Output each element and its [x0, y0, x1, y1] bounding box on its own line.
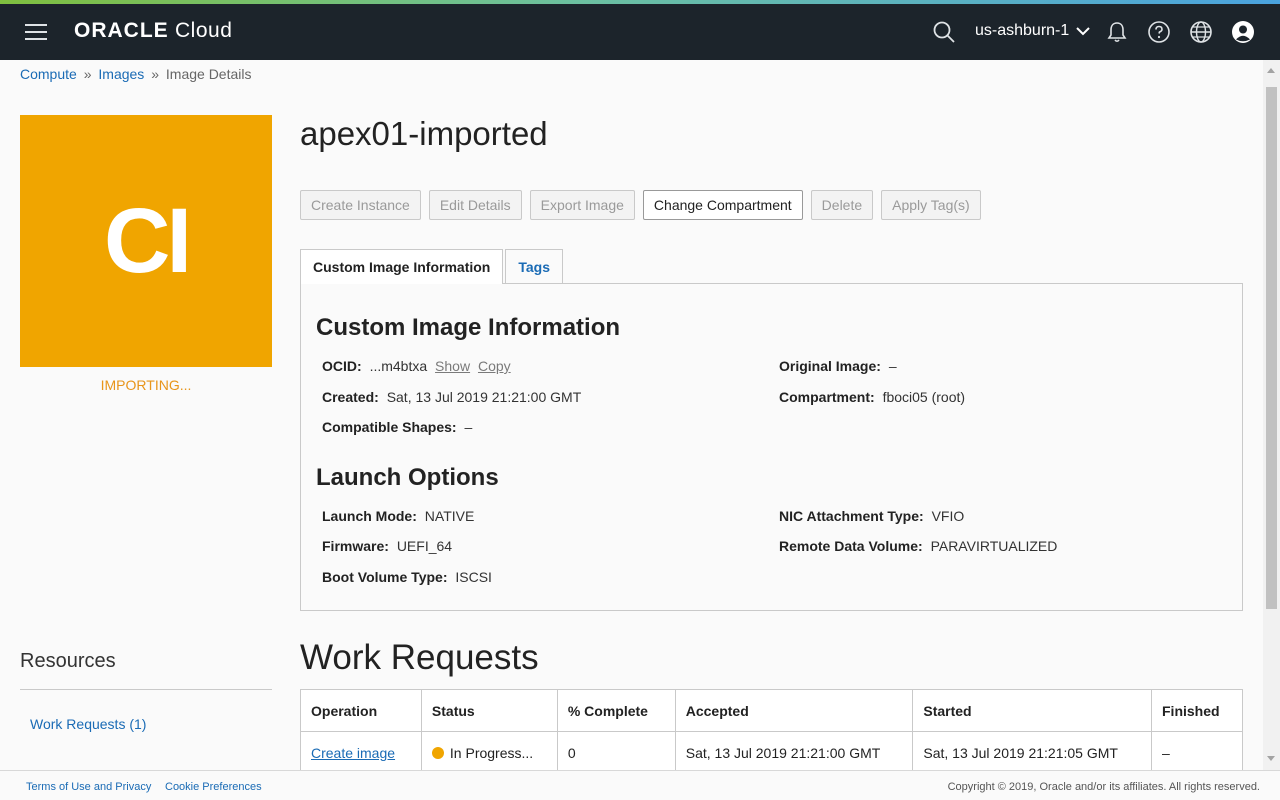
- in-progress-status-icon: [431, 746, 444, 759]
- column-header[interactable]: Started: [912, 689, 1152, 732]
- bell-icon[interactable]: [1105, 20, 1129, 44]
- export-image-button[interactable]: Export Image: [529, 190, 635, 220]
- chevron-down-icon: [1076, 27, 1090, 36]
- cookie-preferences-link[interactable]: Cookie Preferences: [165, 781, 262, 793]
- tab-tags[interactable]: Tags: [505, 249, 563, 283]
- column-header[interactable]: Operation: [300, 689, 422, 732]
- scrollbar-thumb[interactable]: [1266, 87, 1277, 609]
- custom-image-info-panel: Custom Image Information OCID: ...m4btxa…: [300, 283, 1243, 611]
- boot-volume-type-field: Boot Volume Type: ISCSI: [322, 569, 492, 585]
- sidebar-item-work-requests[interactable]: Work Requests (1): [30, 716, 146, 732]
- breadcrumb-current: Image Details: [165, 66, 252, 82]
- detail-tabs: Custom Image Information Tags: [300, 249, 565, 284]
- section-heading-info: Custom Image Information: [316, 314, 621, 341]
- change-compartment-button[interactable]: Change Compartment: [642, 190, 803, 220]
- breadcrumb-compute[interactable]: Compute: [20, 66, 77, 82]
- region-selector[interactable]: us-ashburn-1: [975, 22, 1090, 40]
- edit-details-button[interactable]: Edit Details: [428, 190, 522, 220]
- vertical-scrollbar[interactable]: [1263, 60, 1280, 770]
- copyright-text: Copyright © 2019, Oracle and/or its affi…: [947, 781, 1260, 793]
- work-requests-heading: Work Requests: [300, 638, 539, 677]
- created-field: Created: Sat, 13 Jul 2019 21:21:00 GMT: [322, 389, 582, 405]
- ocid-field: OCID: ...m4btxa Show Copy: [322, 358, 511, 374]
- status-text: In Progress...: [449, 744, 534, 761]
- resources-heading: Resources: [20, 650, 116, 672]
- copy-ocid-link[interactable]: Copy: [478, 358, 511, 374]
- started-cell: Sat, 13 Jul 2019 21:21:05 GMT: [912, 731, 1152, 774]
- globe-icon[interactable]: [1189, 20, 1213, 44]
- breadcrumb-images[interactable]: Images: [98, 66, 144, 82]
- terms-link[interactable]: Terms of Use and Privacy: [26, 781, 151, 793]
- image-badge: CI: [20, 115, 272, 367]
- table-header-row: Operation Status % Complete Accepted Sta…: [300, 689, 1243, 732]
- percent-complete-cell: 0: [556, 731, 676, 774]
- finished-cell: –: [1151, 731, 1243, 774]
- page-footer: Terms of Use and Privacy Cookie Preferen…: [0, 770, 1280, 800]
- search-icon[interactable]: [932, 20, 956, 44]
- scroll-up-arrow-icon[interactable]: [1267, 68, 1275, 73]
- page-title: apex01-imported: [300, 115, 548, 152]
- menu-icon[interactable]: [25, 24, 47, 40]
- nic-attachment-field: NIC Attachment Type: VFIO: [779, 508, 965, 524]
- badge-text: CI: [104, 189, 192, 292]
- help-icon[interactable]: [1147, 20, 1171, 44]
- tab-custom-image-information[interactable]: Custom Image Information: [300, 249, 504, 284]
- oracle-cloud-logo[interactable]: ORACLE Cloud: [74, 19, 232, 43]
- show-ocid-link[interactable]: Show: [435, 358, 470, 374]
- action-buttons: Create Instance Edit Details Export Imag…: [300, 190, 981, 220]
- operation-link[interactable]: Create image: [311, 745, 395, 761]
- resources-divider: [20, 689, 272, 690]
- section-heading-launch: Launch Options: [316, 464, 499, 491]
- compatible-shapes-field: Compatible Shapes: –: [322, 419, 473, 435]
- image-status: IMPORTING...: [100, 377, 192, 393]
- work-requests-table: Operation Status % Complete Accepted Sta…: [300, 689, 1243, 774]
- firmware-field: Firmware: UEFI_64: [322, 538, 453, 554]
- table-row: Create image In Progress... 0 Sat, 13 Ju…: [300, 731, 1243, 774]
- top-nav-bar: ORACLE Cloud us-ashburn-1: [0, 4, 1280, 60]
- column-header[interactable]: Finished: [1151, 689, 1243, 732]
- region-label: us-ashburn-1: [975, 22, 1070, 39]
- launch-mode-field: Launch Mode: NATIVE: [322, 508, 475, 524]
- original-image-field: Original Image: –: [779, 358, 897, 374]
- column-header[interactable]: Status: [420, 689, 558, 732]
- apply-tags-button[interactable]: Apply Tag(s): [881, 190, 981, 220]
- delete-button[interactable]: Delete: [810, 190, 874, 220]
- create-instance-button[interactable]: Create Instance: [300, 190, 421, 220]
- accepted-cell: Sat, 13 Jul 2019 21:21:00 GMT: [674, 731, 914, 774]
- column-header[interactable]: Accepted: [674, 689, 914, 732]
- column-header[interactable]: % Complete: [556, 689, 676, 732]
- scroll-down-arrow-icon[interactable]: [1267, 756, 1275, 761]
- remote-data-volume-field: Remote Data Volume: PARAVIRTUALIZED: [779, 538, 1058, 554]
- compartment-field: Compartment: fboci05 (root): [779, 389, 966, 405]
- user-avatar-icon[interactable]: [1231, 20, 1255, 44]
- breadcrumb: Compute » Images » Image Details: [20, 66, 252, 82]
